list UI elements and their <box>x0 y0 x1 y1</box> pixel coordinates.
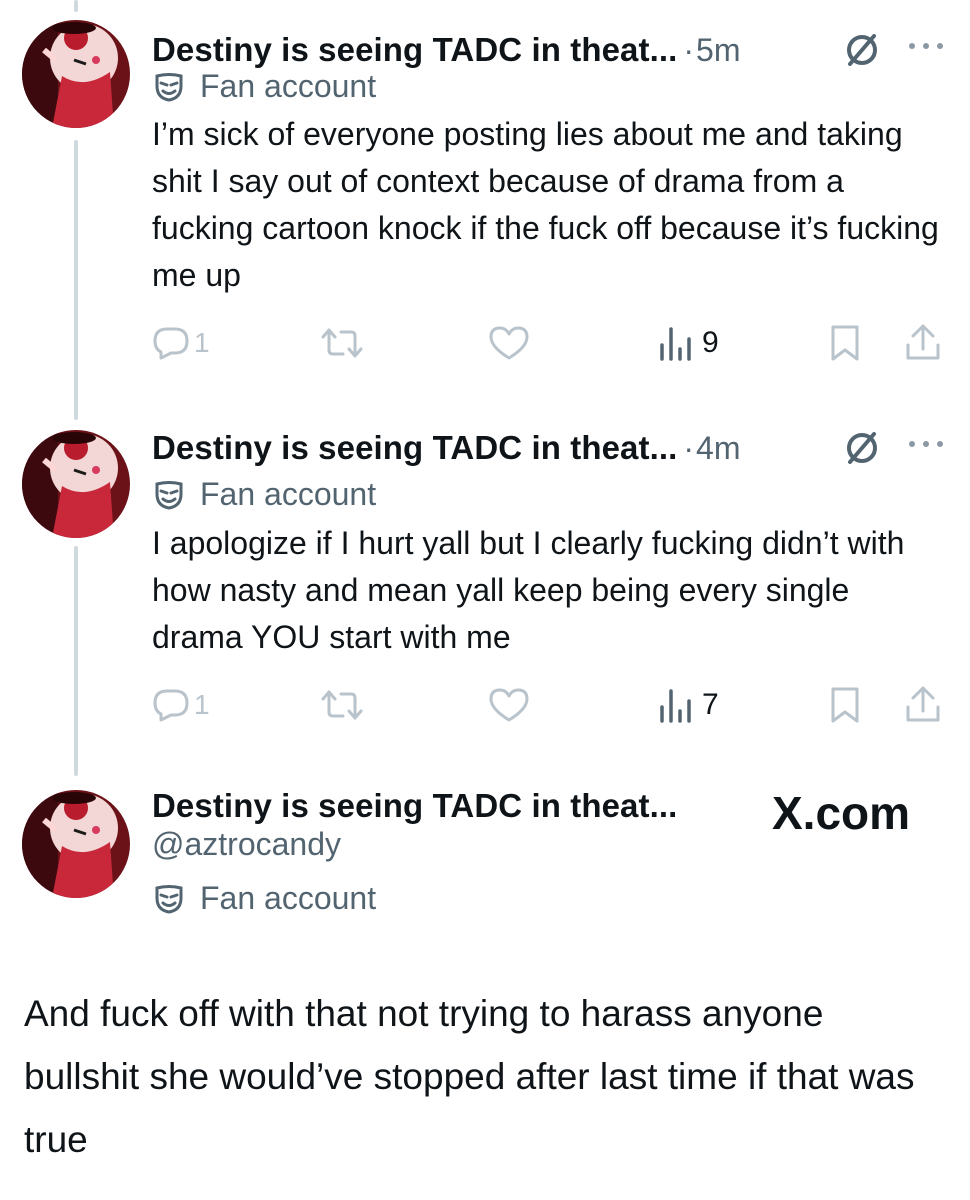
avatar[interactable] <box>22 790 130 898</box>
avatar[interactable] <box>22 430 130 538</box>
caption-text: And fuck off with that not trying to har… <box>24 993 915 1160</box>
tweet-actions: 1 7 <box>152 683 952 727</box>
share-button[interactable] <box>904 683 942 727</box>
share-icon <box>906 686 940 722</box>
display-name[interactable]: Destiny is seeing TADC in theat... <box>152 429 677 467</box>
profile-header: Destiny is seeing TADC in theat... <box>152 786 677 826</box>
bookmark-icon <box>831 687 859 723</box>
more-icon[interactable] <box>906 36 946 56</box>
bookmark-button[interactable] <box>828 321 862 365</box>
badge-label: Fan account <box>200 476 377 512</box>
timestamp[interactable]: ·5m <box>683 32 740 69</box>
retweet-icon <box>321 328 363 358</box>
like-icon <box>489 326 529 360</box>
thread-line <box>74 0 78 12</box>
tweet[interactable]: Destiny is seeing TADC in theat... ·4m F… <box>0 420 970 750</box>
retweet-icon <box>321 690 363 720</box>
views-count: 9 <box>702 326 719 359</box>
more-icon[interactable] <box>906 434 946 454</box>
retweet-button[interactable] <box>320 321 364 365</box>
x-watermark: X.com <box>772 787 911 839</box>
display-name[interactable]: Destiny is seeing TADC in theat... <box>152 31 677 69</box>
like-icon <box>489 688 529 722</box>
fan-account-mask-icon <box>155 72 183 102</box>
reply-button[interactable]: 1 <box>152 683 210 727</box>
like-button[interactable] <box>488 683 530 727</box>
fan-account-mask-icon <box>155 480 183 510</box>
avatar[interactable] <box>22 20 130 128</box>
display-name[interactable]: Destiny is seeing TADC in theat... <box>152 787 677 825</box>
badge-label: Fan account <box>200 880 377 916</box>
bookmark-icon <box>831 325 859 361</box>
views-icon <box>660 327 691 361</box>
fan-account-badge: Fan account <box>154 476 376 513</box>
tweet-text: I apologize if I hurt yall but I clearly… <box>152 525 905 655</box>
tweet[interactable]: Destiny is seeing TADC in theat... ·5m F… <box>0 12 970 382</box>
reply-count: 1 <box>194 689 210 720</box>
reply-count: 1 <box>194 327 210 358</box>
reply-icon <box>153 689 189 722</box>
user-handle[interactable]: @aztrocandy <box>152 826 341 863</box>
views-button[interactable]: 7 <box>658 683 719 727</box>
grok-slash-icon[interactable] <box>842 428 882 468</box>
reply-button[interactable]: 1 <box>152 321 210 365</box>
reply-icon <box>153 327 189 360</box>
tweet-text: I’m sick of everyone posting lies about … <box>152 116 939 293</box>
share-button[interactable] <box>904 321 942 365</box>
retweet-button[interactable] <box>320 683 364 727</box>
timestamp[interactable]: ·4m <box>683 430 740 467</box>
badge-label: Fan account <box>200 68 377 104</box>
fan-account-mask-icon <box>155 884 183 914</box>
share-icon <box>906 324 940 360</box>
views-button[interactable]: 9 <box>658 321 719 365</box>
views-icon <box>660 689 691 723</box>
bookmark-button[interactable] <box>828 683 862 727</box>
tweet-header: Destiny is seeing TADC in theat... ·4m <box>152 428 741 468</box>
tweet-actions: 1 9 <box>152 321 952 365</box>
fan-account-badge: Fan account <box>154 880 376 917</box>
like-button[interactable] <box>488 321 530 365</box>
grok-slash-icon[interactable] <box>842 30 882 70</box>
fan-account-badge: Fan account <box>154 68 376 105</box>
views-count: 7 <box>702 688 719 721</box>
tweet-header: Destiny is seeing TADC in theat... ·5m <box>152 30 741 70</box>
